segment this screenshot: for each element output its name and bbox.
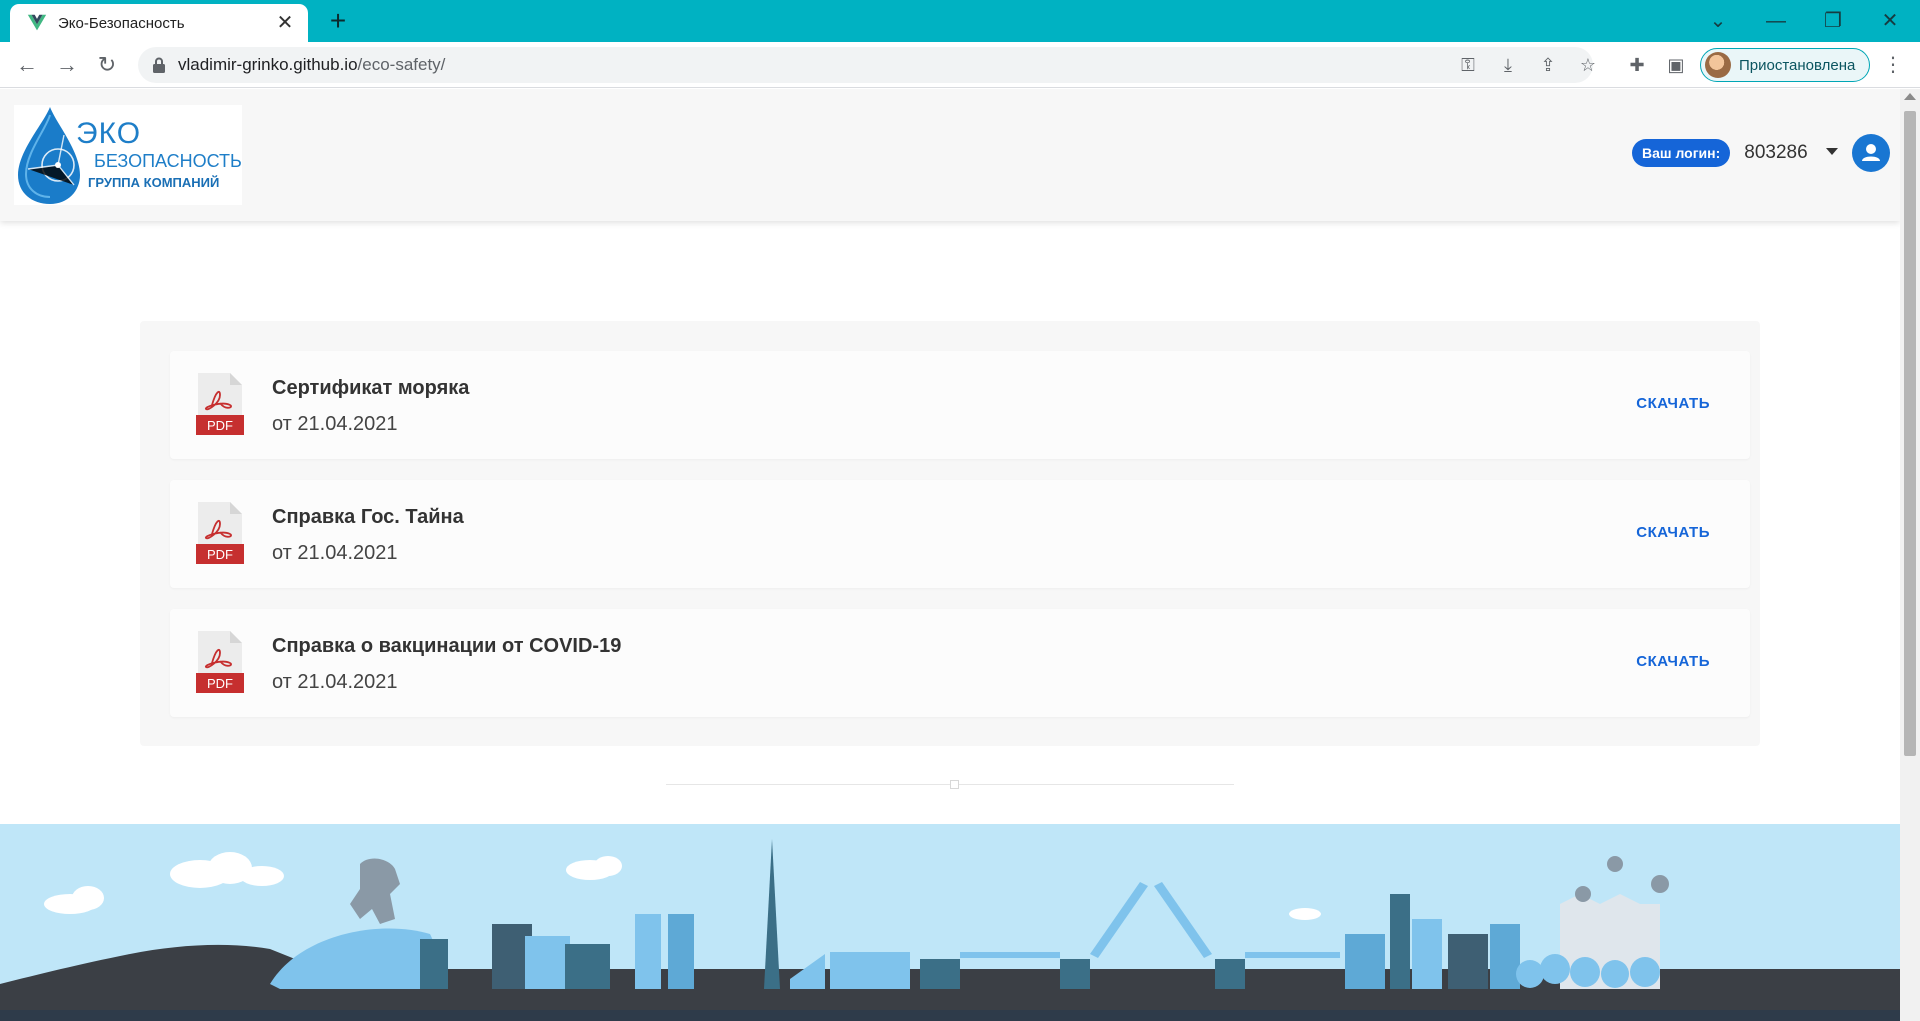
bookmark-star-icon[interactable]: ☆ [1576, 53, 1600, 77]
scroll-up-arrow-icon[interactable] [1904, 93, 1916, 100]
document-title: Справка о вакцинации от COVID-19 [272, 635, 622, 657]
pdf-label: PDF [207, 547, 233, 562]
url-path: /eco-safety/ [357, 55, 446, 74]
document-card: PDF Справка о вакцинации от COVID-19 от … [170, 609, 1750, 717]
key-icon[interactable]: ⚿ [1456, 53, 1480, 77]
pdf-file-icon: PDF [196, 373, 244, 435]
profile-avatar [1705, 52, 1731, 78]
restore-icon[interactable]: ❐ [1813, 6, 1853, 36]
documents-panel: PDF Сертификат моряка от 21.04.2021 СКАЧ… [140, 321, 1760, 746]
scrollbar-thumb[interactable] [1904, 111, 1916, 756]
document-date: от 21.04.2021 [272, 671, 398, 693]
person-icon [1861, 144, 1880, 161]
city-skyline-illustration [0, 824, 1900, 1021]
reload-icon[interactable]: ↻ [92, 50, 122, 80]
page-scrollbar[interactable] [1900, 89, 1920, 1021]
browser-tab-bar: Эко-Безопасность ✕ + ⌄ — ❐ ✕ [0, 0, 1920, 42]
pdf-file-icon: PDF [196, 631, 244, 693]
tab-search-chevron-icon[interactable]: ⌄ [1698, 6, 1738, 36]
minimize-icon[interactable]: — [1756, 6, 1796, 36]
water-drop-logo-icon [18, 107, 80, 204]
pdf-label: PDF [207, 676, 233, 691]
document-date: от 21.04.2021 [272, 542, 398, 564]
extensions-icon[interactable]: ✚ [1624, 52, 1650, 78]
url-host: vladimir-grinko.github.io [178, 55, 358, 74]
company-logo[interactable]: ЭКО БЕЗОПАСНОСТЬ ГРУППА КОМПАНИЙ [14, 105, 242, 205]
document-card: PDF Сертификат моряка от 21.04.2021 СКАЧ… [170, 351, 1750, 459]
download-button[interactable]: СКАЧАТЬ [1636, 653, 1710, 670]
new-tab-button[interactable]: + [324, 7, 352, 36]
url-text: vladimir-grinko.github.io/eco-safety/ [178, 47, 445, 83]
lock-icon [153, 57, 165, 73]
document-title: Справка Гос. Тайна [272, 506, 464, 528]
user-account-icon[interactable] [1851, 134, 1890, 172]
document-date: от 21.04.2021 [272, 413, 398, 435]
browser-toolbar: ← → ↻ vladimir-grinko.github.io/eco-safe… [0, 42, 1920, 88]
address-bar[interactable]: vladimir-grinko.github.io/eco-safety/ ⚿ … [138, 47, 1596, 83]
pdf-label: PDF [207, 418, 233, 433]
vue-favicon-icon [27, 14, 47, 31]
profile-button[interactable]: Приостановлена [1700, 48, 1870, 82]
close-window-icon[interactable]: ✕ [1870, 6, 1910, 36]
back-icon[interactable]: ← [12, 50, 42, 80]
tab-close-icon[interactable]: ✕ [274, 12, 296, 34]
divider-handle [950, 780, 959, 789]
download-button[interactable]: СКАЧАТЬ [1636, 395, 1710, 412]
user-login-area[interactable]: Ваш логин: 803286 [1632, 134, 1890, 172]
logo-text-eko: ЭКО [76, 117, 142, 150]
page-viewport: ЭКО БЕЗОПАСНОСТЬ ГРУППА КОМПАНИЙ Ваш лог… [0, 89, 1900, 1021]
browser-menu-icon[interactable]: ⋮ [1880, 52, 1906, 78]
install-icon[interactable]: ⤓ [1496, 53, 1520, 77]
document-card: PDF Справка Гос. Тайна от 21.04.2021 СКА… [170, 480, 1750, 588]
login-badge: Ваш логин: [1632, 139, 1731, 167]
forward-icon[interactable]: → [52, 50, 82, 80]
caret-down-icon[interactable] [1825, 147, 1838, 155]
browser-tab[interactable]: Эко-Безопасность ✕ [10, 4, 308, 42]
tab-title: Эко-Безопасность [58, 14, 185, 32]
profile-label: Приостановлена [1739, 56, 1856, 74]
login-value: 803286 [1744, 142, 1808, 163]
document-title: Сертификат моряка [272, 377, 470, 399]
site-header: ЭКО БЕЗОПАСНОСТЬ ГРУППА КОМПАНИЙ Ваш лог… [0, 89, 1900, 221]
side-panel-icon[interactable]: ▣ [1663, 52, 1689, 78]
download-button[interactable]: СКАЧАТЬ [1636, 524, 1710, 541]
share-icon[interactable]: ⇪ [1536, 53, 1560, 77]
logo-text-safety: БЕЗОПАСНОСТЬ [94, 151, 242, 171]
pdf-file-icon: PDF [196, 502, 244, 564]
logo-text-group: ГРУППА КОМПАНИЙ [88, 175, 220, 190]
